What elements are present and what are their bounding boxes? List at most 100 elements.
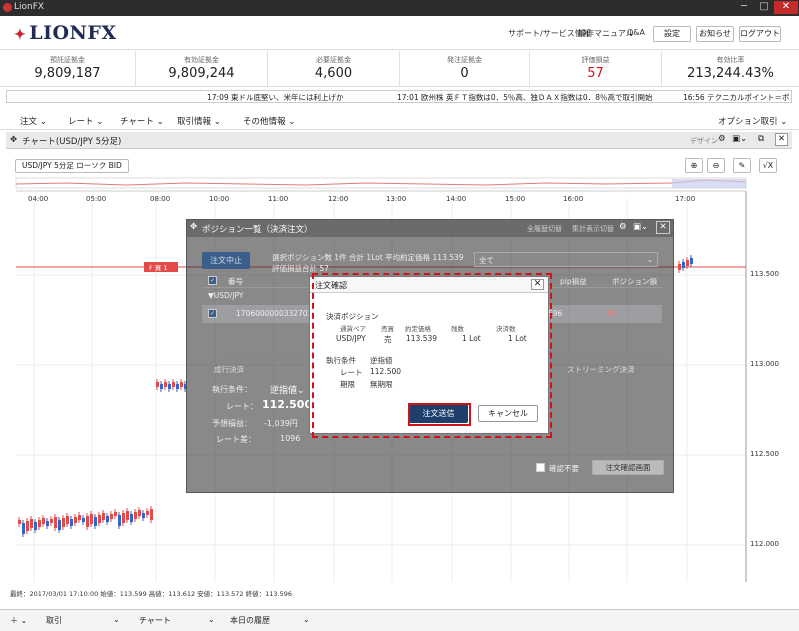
summary-order-margin: 発注証拠金 0 bbox=[400, 51, 530, 87]
chevron-down-icon: ⌄ bbox=[646, 255, 653, 264]
aggregate-toggle-link[interactable]: 集計表示切替 bbox=[572, 224, 614, 234]
candle bbox=[160, 384, 163, 389]
window-title: LionFX bbox=[14, 2, 45, 12]
group-usdjpy[interactable]: ▼USD/JPY bbox=[208, 291, 243, 300]
x-tick: 12:00 bbox=[328, 195, 349, 203]
chart-panel-title: チャート(USD/JPY 5分足) bbox=[22, 137, 122, 147]
select-all-checkbox[interactable]: ✓ bbox=[208, 276, 217, 285]
window-menu-icon[interactable]: ▣⌄ bbox=[633, 222, 648, 232]
move-handle-icon[interactable]: ✥ bbox=[190, 222, 197, 232]
close-icon[interactable]: ✕ bbox=[775, 133, 788, 146]
chevron-down-icon[interactable]: ⌄ bbox=[303, 615, 310, 624]
ticker-item[interactable]: 17:01 欧州株 英ＦＴ指数は0．5％高、独ＤＡＸ指数は0．8％高で取引開始 bbox=[397, 92, 652, 102]
chart-ohlc-info: 最終：2017/03/01 17:10:00 始値：113.599 高値：113… bbox=[10, 590, 293, 598]
menu-trade-info[interactable]: 取引情報 ⌄ bbox=[177, 115, 221, 127]
tab-market-close[interactable]: 成行決済 bbox=[214, 364, 244, 375]
add-icon[interactable]: ＋ ⌄ bbox=[10, 615, 27, 626]
candle bbox=[122, 513, 125, 523]
popout-icon[interactable]: ⧉ bbox=[758, 134, 764, 144]
tab-streaming-close[interactable]: ストリーミング決済 bbox=[567, 364, 635, 375]
maximize-button[interactable]: □ bbox=[755, 1, 773, 14]
gear-icon[interactable]: ⚙ bbox=[718, 134, 726, 144]
candle bbox=[78, 515, 81, 520]
candle bbox=[22, 523, 25, 534]
rate-input[interactable]: 112.500 bbox=[262, 398, 312, 411]
candle bbox=[26, 521, 29, 531]
menu-rate[interactable]: レート ⌄ bbox=[68, 115, 103, 127]
close-window-button[interactable]: ✕ bbox=[774, 1, 798, 14]
menu-option-trade[interactable]: オプション取引 ⌄ bbox=[718, 115, 787, 127]
history-toggle-link[interactable]: 全履歴切替 bbox=[527, 224, 562, 234]
menu-order[interactable]: 注文 ⌄ bbox=[20, 115, 47, 127]
account-summary: 預託証拠金 9,809,187 有効証拠金 9,809,244 必要証拠金 4,… bbox=[0, 51, 799, 87]
x-tick: 08:00 bbox=[150, 195, 171, 203]
close-icon[interactable]: ✕ bbox=[656, 221, 670, 234]
window-titlebar: LionFX ─ □ ✕ bbox=[0, 0, 799, 16]
x-tick: 13:00 bbox=[386, 195, 407, 203]
link-faq[interactable]: Q&A bbox=[627, 28, 645, 37]
candle bbox=[86, 516, 89, 527]
candle bbox=[134, 512, 137, 519]
design-link[interactable]: デザイン bbox=[690, 136, 718, 146]
logout-button[interactable]: ログアウト bbox=[739, 26, 781, 42]
summary-pnl: 評価損益 57 bbox=[530, 51, 662, 87]
highlight-frame-send bbox=[408, 403, 471, 426]
x-tick: 04:00 bbox=[28, 195, 49, 203]
ticker-item[interactable]: 17:09 東ドル底堅い、米年には利上げか bbox=[207, 92, 344, 102]
candle bbox=[66, 516, 69, 524]
candle bbox=[18, 520, 21, 524]
candle bbox=[146, 511, 149, 515]
app-icon bbox=[3, 3, 12, 12]
candle bbox=[50, 519, 53, 523]
selection-summary: 選択ポジション数 1件 合計 1Lot 平均約定価格 113.539 bbox=[272, 253, 464, 262]
position-window-title: ポジション一覧（決済注文） bbox=[202, 225, 313, 235]
col-pip: pip損益 bbox=[560, 277, 587, 286]
col-number: 番号 bbox=[228, 277, 243, 286]
bottom-tab-trade[interactable]: 取引 bbox=[46, 615, 62, 626]
window-menu-icon[interactable]: ▣⌄ bbox=[732, 134, 747, 144]
bottom-tab-history[interactable]: 本日の履歴 bbox=[230, 615, 270, 626]
menu-chart[interactable]: チャート ⌄ bbox=[120, 115, 164, 127]
candle bbox=[62, 518, 65, 527]
predicted-pnl-label: 予想損益： bbox=[212, 419, 252, 428]
position-window-titlebar: ✥ ポジション一覧（決済注文） 全履歴切替 集計表示切替 ⚙ ▣⌄ ✕ bbox=[186, 219, 674, 237]
menu-other-info[interactable]: その他情報 ⌄ bbox=[243, 115, 295, 127]
lionfx-logo: ✦ LIONFX bbox=[14, 22, 117, 44]
candle bbox=[70, 519, 73, 526]
summary-required: 必要証拠金 4,600 bbox=[268, 51, 400, 87]
x-tick: 10:00 bbox=[209, 195, 230, 203]
candle bbox=[150, 509, 153, 520]
candle bbox=[172, 382, 175, 387]
news-ticker[interactable]: 17:09 東ドル底堅い、米年には利上げか 17:01 欧州株 英ＦＴ指数は0．… bbox=[6, 90, 792, 103]
chevron-down-icon[interactable]: ⌄ bbox=[208, 615, 215, 624]
rate-diff-value: 1096 bbox=[280, 434, 301, 443]
candle bbox=[34, 522, 37, 530]
ticker-item[interactable]: 16:56 テクニカルポイント＝ポンド円サポ bbox=[683, 92, 791, 102]
rate-diff-label: レート差： bbox=[216, 435, 256, 444]
summary-ratio: 有効比率 213,244.43% bbox=[687, 56, 774, 81]
link-manual[interactable]: 操作マニュアル bbox=[578, 28, 634, 39]
bottom-tab-chart[interactable]: チャート bbox=[139, 615, 171, 626]
candle bbox=[30, 519, 33, 528]
candle bbox=[54, 517, 57, 528]
exec-condition-select[interactable]: 逆指値⌄ bbox=[270, 383, 305, 396]
filter-select[interactable]: 全て ⌄ bbox=[474, 252, 658, 267]
order-marker: F 買 1 bbox=[149, 264, 168, 272]
candle bbox=[114, 512, 117, 516]
minimize-button[interactable]: ─ bbox=[735, 1, 753, 14]
candle bbox=[682, 262, 685, 268]
x-tick: 15:00 bbox=[505, 195, 526, 203]
chevron-down-icon[interactable]: ⌄ bbox=[113, 615, 120, 624]
no-confirm-checkbox[interactable] bbox=[536, 463, 545, 472]
gear-icon[interactable]: ⚙ bbox=[619, 222, 627, 232]
news-button[interactable]: お知らせ bbox=[696, 26, 734, 42]
candle bbox=[138, 510, 141, 516]
y-tick: 113.000 bbox=[750, 360, 779, 368]
row-checkbox[interactable]: ✓ bbox=[208, 309, 217, 318]
settings-button[interactable]: 設定 bbox=[653, 26, 691, 42]
move-handle-icon[interactable]: ✥ bbox=[10, 135, 17, 145]
x-tick: 14:00 bbox=[446, 195, 467, 203]
candle bbox=[690, 258, 693, 264]
confirm-screen-button[interactable]: 注文確認画面 bbox=[592, 460, 664, 475]
cancel-order-button[interactable]: 注文中止 bbox=[202, 252, 250, 269]
